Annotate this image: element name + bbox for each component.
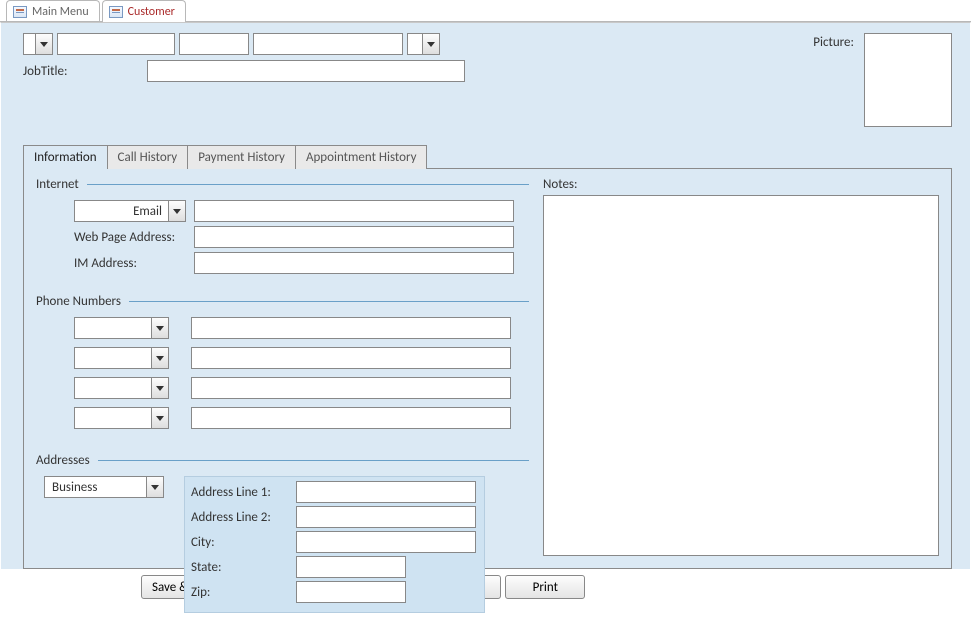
phone-group: Phone Numbers [36,294,529,447]
tab-page-information: Internet Email Web Page Ad [23,169,952,569]
jobtitle-label: JobTitle: [23,64,143,79]
addr-line1-label: Address Line 1: [191,485,296,500]
address-panel: Address Line 1: Address Line 2: City: St… [184,476,485,613]
notes-textarea[interactable] [543,195,939,556]
tab-appointment-history[interactable]: Appointment History [295,145,428,169]
web-label: Web Page Address: [36,230,194,245]
im-input[interactable] [194,252,514,274]
chevron-down-icon[interactable] [151,378,168,398]
tab-main-menu[interactable]: Main Menu [6,0,100,21]
chevron-down-icon[interactable] [151,318,168,338]
suffix-select[interactable] [407,33,440,55]
chevron-down-icon[interactable] [168,201,185,221]
picture-box[interactable] [864,33,952,127]
phone-input[interactable] [191,377,511,399]
addr-city-label: City: [191,535,296,550]
addr-zip-label: Zip: [191,585,296,600]
last-name-input[interactable] [253,33,403,55]
tab-appointment-history-label: Appointment History [306,150,417,165]
chevron-down-icon[interactable] [422,34,439,54]
middle-name-input[interactable] [179,33,249,55]
phone-legend: Phone Numbers [36,294,121,309]
addr-city-input[interactable] [296,531,476,553]
addresses-group: Addresses Business Address Line 1: Addre… [36,453,529,623]
chevron-down-icon[interactable] [35,34,52,54]
tab-customer-label: Customer [128,5,175,19]
chevron-down-icon[interactable] [151,408,168,428]
tab-payment-history-label: Payment History [198,150,285,165]
addr-state-input[interactable] [296,556,406,578]
tab-payment-history[interactable]: Payment History [187,145,296,169]
divider [98,460,529,461]
email-input[interactable] [194,200,514,222]
tab-customer[interactable]: Customer [102,0,186,21]
tab-main-menu-label: Main Menu [32,5,89,19]
divider [87,184,529,185]
phone-input[interactable] [191,347,511,369]
phone-row [36,377,529,399]
im-label: IM Address: [36,256,194,271]
phone-input[interactable] [191,407,511,429]
document-tab-strip: Main Menu Customer [0,0,971,22]
phone-input[interactable] [191,317,511,339]
internet-group: Internet Email Web Page Ad [36,177,529,288]
phone-type-select[interactable] [74,347,169,369]
tab-call-history[interactable]: Call History [107,145,189,169]
phone-type-select[interactable] [74,407,169,429]
email-type-value: Email [78,204,182,219]
addr-zip-input[interactable] [296,581,406,603]
print-label: Print [533,580,558,595]
chevron-down-icon[interactable] [146,477,163,497]
addresses-legend: Addresses [36,453,90,468]
phone-row [36,407,529,429]
form-icon [13,6,27,18]
phone-row [36,317,529,339]
phone-type-select[interactable] [74,317,169,339]
tab-information-label: Information [34,150,97,165]
web-input[interactable] [194,226,514,248]
addr-line2-label: Address Line 2: [191,510,296,525]
phone-type-select[interactable] [74,377,169,399]
first-name-input[interactable] [57,33,175,55]
title-select[interactable] [23,33,53,55]
picture-label: Picture: [813,33,854,50]
addr-state-label: State: [191,560,296,575]
notes-label: Notes: [543,177,939,192]
detail-tab-strip: Information Call History Payment History… [23,145,952,169]
phone-row [36,347,529,369]
address-type-value: Business [48,480,160,495]
divider [129,301,529,302]
internet-legend: Internet [36,177,79,192]
customer-form: JobTitle: Picture: Information Call Hist… [0,22,971,570]
addr-line1-input[interactable] [296,481,476,503]
tab-information[interactable]: Information [23,145,108,169]
addr-line2-input[interactable] [296,506,476,528]
tab-call-history-label: Call History [118,150,178,165]
form-icon [109,6,123,18]
address-type-select[interactable]: Business [44,476,164,498]
jobtitle-input[interactable] [147,60,465,82]
chevron-down-icon[interactable] [151,348,168,368]
email-type-select[interactable]: Email [74,200,186,222]
